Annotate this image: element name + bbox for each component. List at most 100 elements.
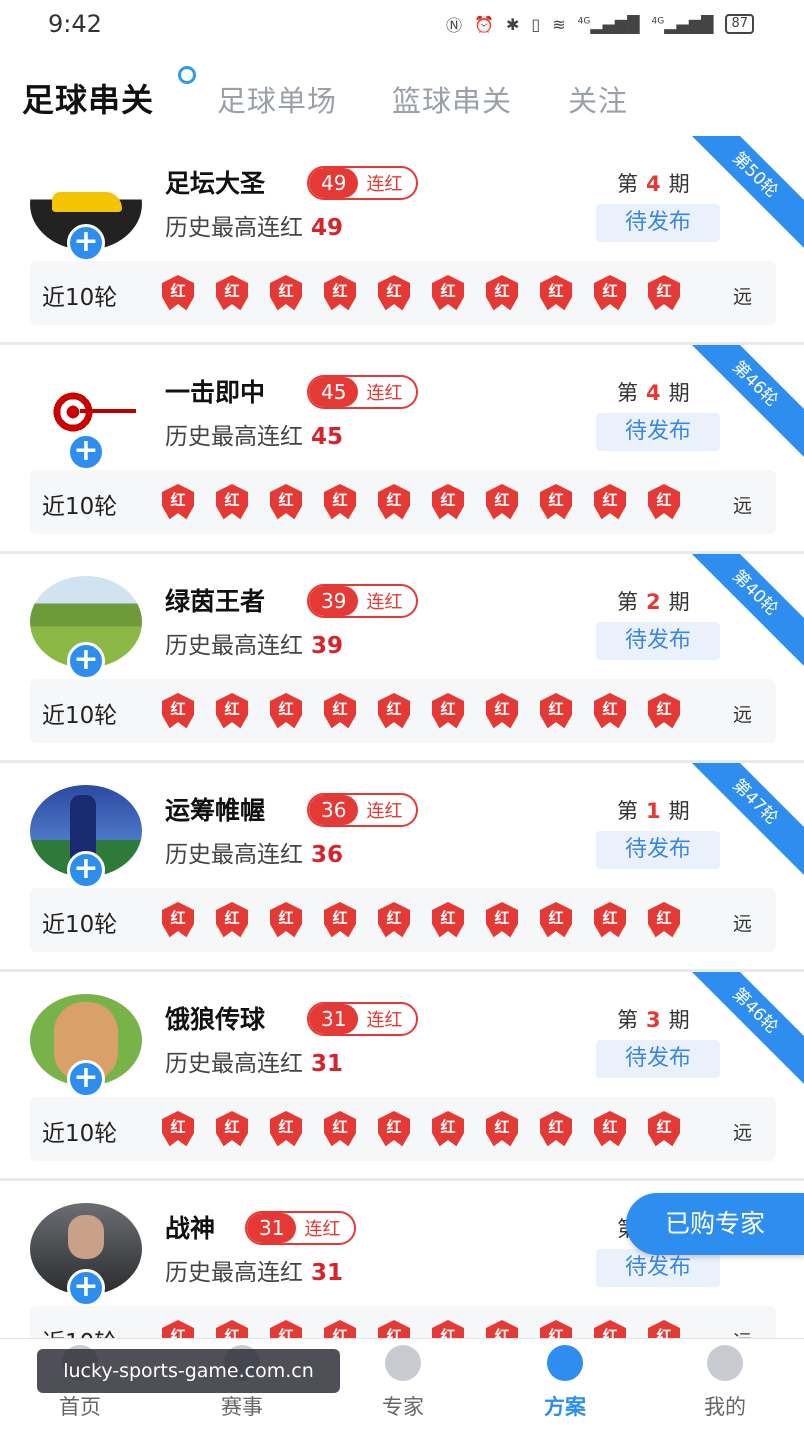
tab-bar: 足球串关 足球单场 篮球串关 关注 — [0, 48, 804, 136]
expert-card[interactable]: + 运筹帷幄 36 连红 历史最高连红 36 第1期 待发布 第47轮 近10轮 … — [0, 763, 804, 972]
badge-text: 红 — [170, 700, 186, 718]
win-badge-icon: 红 — [644, 273, 684, 313]
period-prefix: 第 — [617, 1008, 638, 1032]
expert-card[interactable]: + 一击即中 45 连红 历史最高连红 45 第4期 待发布 第46轮 近10轮 … — [0, 345, 804, 554]
signal-icon: 4G▂▄▆█ — [577, 14, 640, 34]
follow-plus-icon[interactable]: + — [67, 1269, 105, 1307]
win-badge-icon: 红 — [644, 691, 684, 731]
period-number: 4 — [646, 381, 661, 405]
win-badge-icon: 红 — [644, 1109, 684, 1149]
result-badges: 红 红 红 红 红 红 红 红 红 红 — [158, 900, 684, 940]
streak-label: 连红 — [366, 174, 403, 195]
badge-text: 红 — [656, 1118, 672, 1136]
tab-football-single[interactable]: 足球单场 — [217, 78, 337, 120]
nav-label: 首页 — [59, 1395, 101, 1419]
win-badge-icon: 红 — [212, 1109, 252, 1149]
nav-plans[interactable]: 方案 — [505, 1345, 625, 1421]
history-label: 历史最高连红 — [165, 215, 303, 241]
recent-label: 近10轮 — [42, 703, 118, 729]
battery-icon: 87 — [725, 14, 754, 34]
streak-count: 31 — [247, 1213, 297, 1243]
follow-plus-icon[interactable]: + — [67, 433, 105, 471]
badge-text: 红 — [440, 282, 456, 300]
badge-text: 红 — [602, 491, 618, 509]
period: 第4期 — [617, 168, 690, 198]
follow-plus-icon[interactable]: + — [67, 224, 105, 262]
pending-status-button[interactable]: 待发布 — [596, 204, 720, 242]
history-label: 历史最高连红 — [165, 633, 303, 659]
nav-experts[interactable]: 专家 — [343, 1345, 463, 1421]
badge-text: 红 — [602, 909, 618, 927]
period-prefix: 第 — [617, 381, 638, 405]
streak-count: 31 — [309, 1004, 359, 1034]
purchased-experts-button[interactable]: 已购专家 — [626, 1193, 804, 1255]
recent-results: 近10轮 红 红 红 红 红 红 红 红 红 红 远 — [30, 888, 776, 952]
badge-text: 红 — [440, 909, 456, 927]
period-prefix: 第 — [617, 799, 638, 823]
nav-profile[interactable]: 我的 — [665, 1345, 785, 1421]
win-badge-icon: 红 — [212, 482, 252, 522]
win-badge-icon: 红 — [374, 273, 414, 313]
period: 第1期 — [617, 795, 690, 825]
period: 第4期 — [617, 377, 690, 407]
badge-text: 红 — [332, 491, 348, 509]
period-suffix: 期 — [668, 590, 690, 614]
win-badge-icon: 红 — [536, 900, 576, 940]
pending-status-button[interactable]: 待发布 — [596, 622, 720, 660]
win-badge-icon: 红 — [644, 900, 684, 940]
win-badge-icon: 红 — [266, 1109, 306, 1149]
win-badge-icon: 红 — [266, 482, 306, 522]
result-badges: 红 红 红 红 红 红 红 红 红 红 — [158, 273, 684, 313]
pending-status-button[interactable]: 待发布 — [596, 1040, 720, 1078]
streak-count: 45 — [309, 377, 359, 407]
streak-label: 连红 — [304, 1219, 341, 1240]
badge-text: 红 — [656, 282, 672, 300]
pending-status-button[interactable]: 待发布 — [596, 413, 720, 451]
badge-text: 红 — [224, 909, 240, 927]
history-best: 历史最高连红 45 — [165, 417, 343, 451]
far-label: 远 — [732, 704, 752, 726]
period-suffix: 期 — [668, 799, 690, 823]
pending-status-button[interactable]: 待发布 — [596, 831, 720, 869]
badge-text: 红 — [548, 1118, 564, 1136]
streak-badge: 31 连红 — [307, 1002, 419, 1036]
tab-follow[interactable]: 关注 — [568, 78, 628, 120]
win-badge-icon: 红 — [320, 273, 360, 313]
expert-name: 饿狼传球 — [165, 1005, 266, 1034]
badge-text: 红 — [386, 700, 402, 718]
follow-plus-icon[interactable]: + — [67, 1060, 105, 1098]
badge-text: 红 — [170, 491, 186, 509]
follow-plus-icon[interactable]: + — [67, 642, 105, 680]
signal-icon-2: 4G▂▄▆█ — [651, 14, 714, 34]
wifi-icon: ≋ — [552, 14, 566, 34]
badge-text: 红 — [548, 282, 564, 300]
expert-name: 一击即中 — [165, 378, 266, 407]
tab-football-parlay[interactable]: 足球串关 — [22, 75, 154, 121]
expert-card[interactable]: + 足坛大圣 49 连红 历史最高连红 49 第4期 待发布 第50轮 近10轮 … — [0, 136, 804, 345]
win-badge-icon: 红 — [212, 273, 252, 313]
streak-badge: 36 连红 — [307, 793, 419, 827]
win-badge-icon: 红 — [644, 482, 684, 522]
result-badges: 红 红 红 红 红 红 红 红 红 红 — [158, 482, 684, 522]
badge-text: 红 — [656, 491, 672, 509]
expert-card[interactable]: + 绿茵王者 39 连红 历史最高连红 39 第2期 待发布 第40轮 近10轮 … — [0, 554, 804, 763]
follow-plus-icon[interactable]: + — [67, 851, 105, 889]
vibrate-icon: ▯ — [531, 14, 541, 34]
badge-text: 红 — [602, 1118, 618, 1136]
win-badge-icon: 红 — [590, 900, 630, 940]
win-badge-icon: 红 — [320, 900, 360, 940]
far-label: 远 — [732, 1122, 752, 1144]
badge-text: 红 — [494, 909, 510, 927]
history-best: 历史最高连红 36 — [165, 835, 343, 869]
badge-text: 红 — [224, 1118, 240, 1136]
tab-basketball-parlay[interactable]: 篮球串关 — [392, 78, 512, 120]
win-badge-icon: 红 — [536, 273, 576, 313]
watermark: lucky-sports-game.com.cn — [37, 1349, 340, 1393]
badge-text: 红 — [170, 1118, 186, 1136]
recent-label: 近10轮 — [42, 1121, 118, 1147]
badge-text: 红 — [548, 700, 564, 718]
badge-text: 红 — [494, 282, 510, 300]
expert-card[interactable]: + 饿狼传球 31 连红 历史最高连红 31 第3期 待发布 第46轮 近10轮 … — [0, 972, 804, 1181]
badge-text: 红 — [224, 491, 240, 509]
badge-text: 红 — [332, 700, 348, 718]
